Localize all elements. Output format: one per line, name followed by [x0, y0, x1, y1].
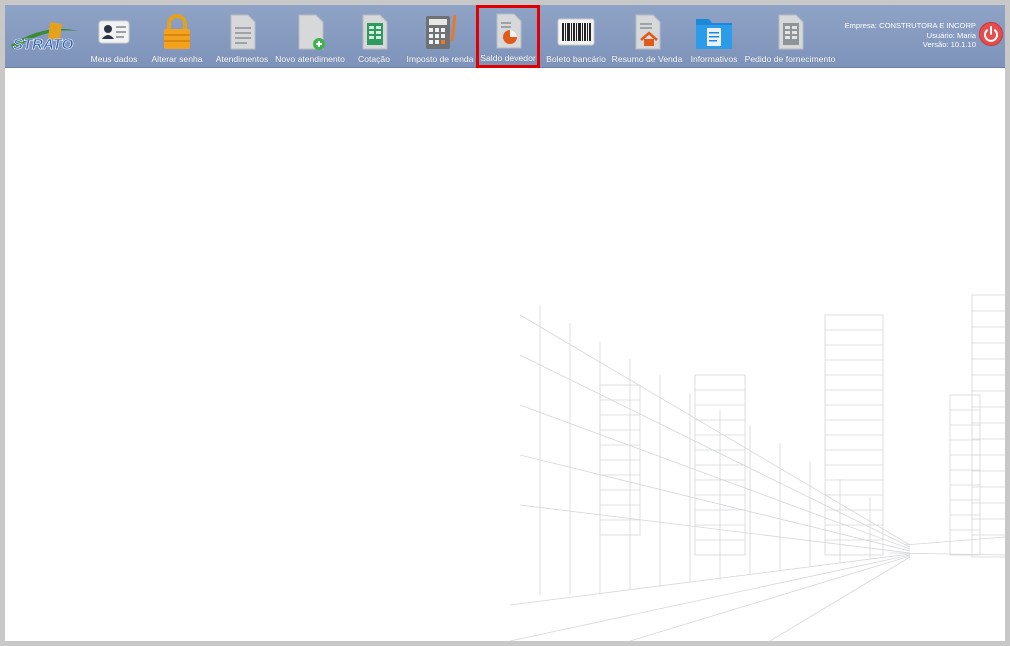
toolbar-cotacao-button[interactable]: Cotação — [351, 9, 397, 65]
calculator-icon — [426, 14, 457, 49]
toolbar-saldo-devedor-button[interactable]: Saldo devedor — [476, 5, 540, 68]
document-icon — [230, 14, 256, 50]
app-window: STRATO Meus dados Alterar senha Atendime… — [5, 5, 1005, 641]
company-label: Empresa: CONSTRUTORA E INCORP — [844, 21, 976, 30]
toolbar-item-label: Imposto de renda — [406, 54, 474, 64]
folder-icon — [696, 19, 732, 49]
toolbar-item-label: Informativos — [690, 54, 738, 64]
user-label: Usuário: Maria — [926, 30, 976, 40]
toolbar-item-label: Resumo de Venda — [611, 54, 683, 64]
building-sketch-background — [510, 294, 1005, 641]
session-info: Empresa: CONSTRUTORA E INCORP Usuário: M… — [844, 21, 976, 50]
toolbar-item-label: Atendimentos — [215, 54, 269, 64]
toolbar-item-label: Meus dados — [90, 54, 138, 64]
toolbar-item-label: Cotação — [357, 54, 390, 64]
spreadsheet-icon — [362, 14, 388, 50]
toolbar-meus-dados-button[interactable]: Meus dados — [87, 9, 141, 65]
table-document-icon — [778, 14, 804, 50]
toolbar-resumo-de-venda-button[interactable]: Resumo de Venda — [611, 9, 683, 65]
toolbar-boleto-bancario-button[interactable]: Boleto bancário — [545, 9, 607, 65]
toolbar-novo-atendimento-button[interactable]: Novo atendimento — [275, 9, 345, 65]
toolbar-informativos-button[interactable]: Informativos — [689, 9, 739, 65]
new-document-icon — [298, 14, 325, 50]
toolbar-alterar-senha-button[interactable]: Alterar senha — [148, 9, 206, 65]
id-card-icon — [98, 20, 130, 44]
strato-logo: STRATO — [11, 22, 79, 53]
padlock-icon — [164, 14, 190, 49]
toolbar-item-label: Alterar senha — [151, 54, 203, 64]
toolbar-item-label: Saldo devedor — [480, 53, 536, 63]
toolbar-atendimentos-button[interactable]: Atendimentos — [213, 9, 271, 65]
toolbar-item-label: Novo atendimento — [275, 54, 345, 64]
version-label: Versão: 10.1.10 — [922, 40, 976, 50]
toolbar-item-label: Pedido de fornecimento — [744, 54, 836, 64]
logo-text: STRATO — [13, 36, 74, 53]
logout-button[interactable] — [979, 22, 1003, 46]
toolbar-item-label: Boleto bancário — [546, 54, 606, 64]
barcode-icon — [557, 18, 595, 46]
toolbar-pedido-de-fornecimento-button[interactable]: Pedido de fornecimento — [743, 9, 837, 65]
toolbar-imposto-de-renda-button[interactable]: Imposto de renda — [405, 9, 475, 65]
top-toolbar: STRATO Meus dados Alterar senha Atendime… — [5, 5, 1005, 68]
power-icon — [984, 26, 998, 42]
house-document-icon — [635, 14, 661, 50]
pie-chart-document-icon — [496, 13, 522, 49]
